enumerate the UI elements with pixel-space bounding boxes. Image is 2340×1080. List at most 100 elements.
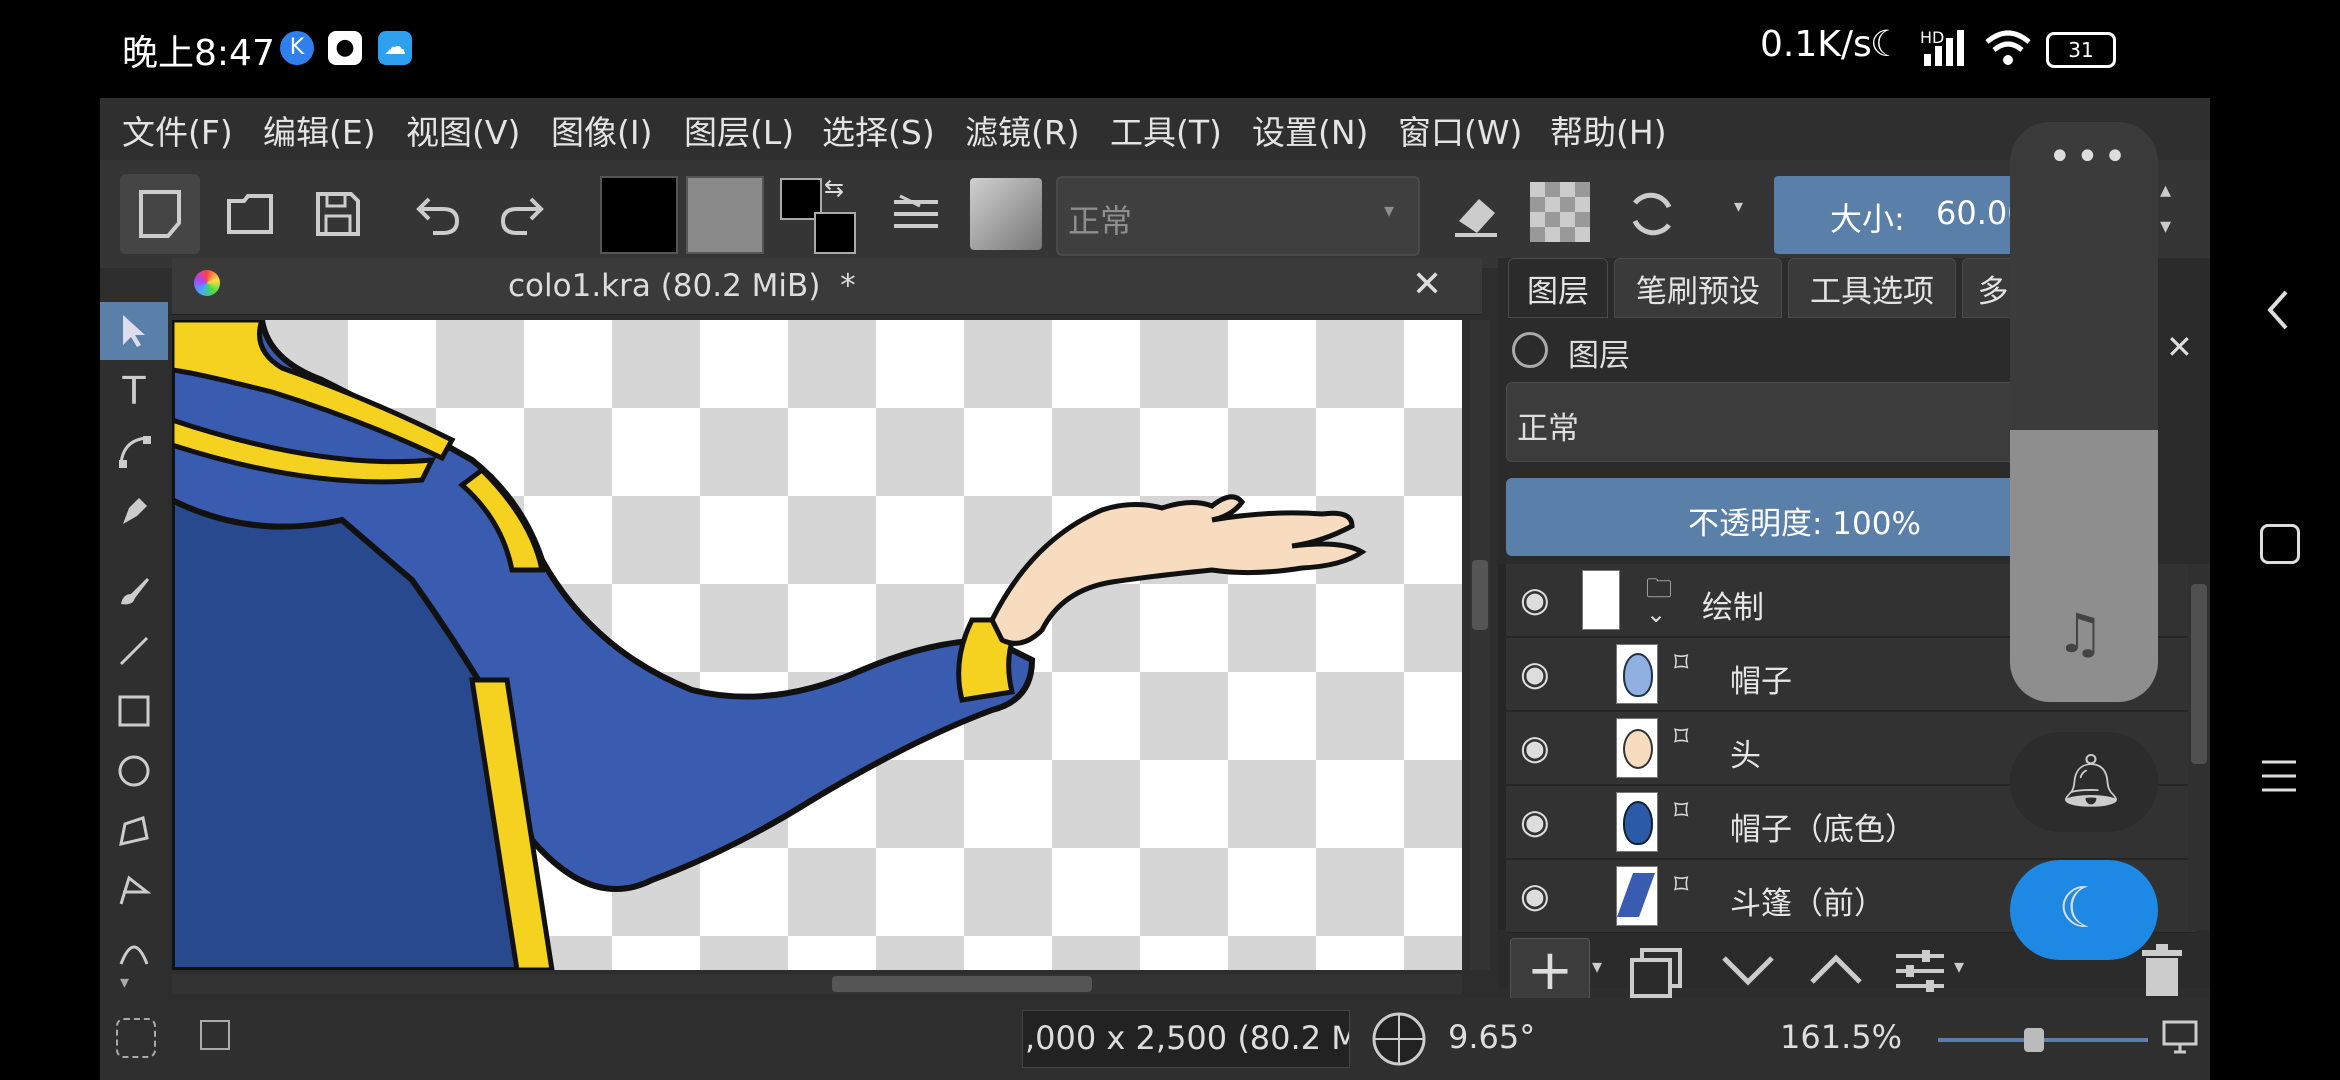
menu-settings[interactable]: 设置(N) [1252, 106, 1368, 154]
layer-name: 头 [1730, 738, 1761, 774]
blend-mode-select[interactable]: 正常 ▾ [1056, 176, 1420, 256]
menu-edit[interactable]: 编辑(E) [263, 106, 376, 154]
menu-filter[interactable]: 滤镜(R) [965, 106, 1080, 154]
ellipse-icon [118, 755, 150, 787]
layer-blend-mode-value: 正常 [1517, 411, 1579, 447]
bezier-tool[interactable] [100, 922, 168, 980]
canvas-horizontal-scrollbar[interactable] [172, 974, 1462, 994]
brush-tool[interactable] [100, 562, 168, 620]
save-button[interactable] [298, 174, 378, 254]
rectangle-tool[interactable] [100, 682, 168, 740]
document-tab[interactable]: colo1.kra (80.2 MiB) * ✕ [172, 258, 1482, 315]
home-icon[interactable] [2260, 524, 2300, 564]
menu-select[interactable]: 选择(S) [822, 106, 935, 154]
close-panel-icon[interactable]: ✕ [2166, 328, 2193, 366]
toolbox-scroll-down-icon[interactable]: ▾ [120, 972, 129, 993]
edit-shapes-tool[interactable] [100, 422, 168, 480]
menu-bar: 文件(F) 编辑(E) 视图(V) 图像(I) 图层(L) 选择(S) 滤镜(R… [100, 98, 2210, 160]
ringer-button[interactable]: 🔔︎ [2010, 732, 2158, 832]
opacity-slider[interactable]: 不透明度: 100% [1506, 478, 2096, 556]
menu-image[interactable]: 图像(I) [551, 106, 652, 154]
canvas-vertical-scrollbar[interactable] [1470, 320, 1490, 970]
zoom-slider-handle[interactable] [2024, 1028, 2044, 1052]
fit-view-icon[interactable] [200, 1020, 230, 1050]
layer-name: 绘制 [1702, 590, 1764, 626]
text-tool[interactable]: T [100, 362, 168, 420]
line-tool[interactable] [100, 622, 168, 680]
floating-control-panel: ••• ♫ 🔔︎ ☾ [2010, 122, 2160, 960]
eye-icon[interactable]: ◉ [1520, 728, 1550, 768]
document-title: colo1.kra (80.2 MiB) * [508, 268, 856, 304]
menu-view[interactable]: 视图(V) [406, 106, 520, 154]
vertical-scroll-thumb[interactable] [1472, 560, 1488, 630]
size-stepper-up-icon[interactable]: ▴ [2160, 178, 2171, 203]
chevron-down-icon[interactable]: ⌄ [1646, 600, 1666, 628]
list-icon [894, 194, 938, 228]
selection-mode-icon[interactable] [116, 1018, 156, 1058]
move-layer-down-icon[interactable] [1720, 950, 1776, 990]
tab-brush-presets[interactable]: 笔刷预设 [1614, 258, 1782, 318]
more-icon[interactable]: ••• [2048, 134, 2131, 180]
select-tool[interactable] [100, 302, 168, 360]
reload-preset-button[interactable] [1612, 174, 1692, 254]
rotation-dial-icon[interactable] [1370, 1010, 1428, 1068]
gradient-swatch[interactable] [686, 176, 764, 254]
foreground-color-swatch[interactable] [600, 176, 678, 254]
eye-icon[interactable]: ◉ [1520, 654, 1550, 694]
bezier-icon [119, 945, 149, 965]
toolbox: T ▾ [100, 298, 168, 998]
delete-layer-icon[interactable] [2138, 942, 2186, 1000]
menu-file[interactable]: 文件(F) [122, 106, 233, 154]
polyline-tool[interactable] [100, 862, 168, 920]
blend-mode-value: 正常 [1068, 202, 1133, 240]
menu-tools[interactable]: 工具(T) [1110, 106, 1222, 154]
menu-help[interactable]: 帮助(H) [1550, 106, 1667, 154]
size-stepper-down-icon[interactable]: ▾ [2160, 214, 2171, 239]
tab-label: 笔刷预设 [1636, 273, 1760, 310]
fullscreen-icon[interactable] [2162, 1020, 2198, 1054]
eraser-button[interactable] [1436, 174, 1516, 254]
properties-dropdown-icon[interactable]: ▾ [1954, 954, 1964, 978]
volume-panel[interactable]: ••• ♫ [2010, 122, 2158, 702]
canvas[interactable] [172, 320, 1462, 970]
cursor-icon [123, 315, 145, 347]
tab-tool-options[interactable]: 工具选项 [1788, 258, 1956, 318]
battery-icon: 31 [2046, 32, 2116, 68]
layer-properties-icon[interactable] [1892, 946, 1948, 996]
redo-button[interactable] [482, 174, 562, 254]
layer-list-scrollbar[interactable] [2188, 564, 2210, 930]
eye-icon[interactable]: ◉ [1520, 580, 1550, 620]
undo-button[interactable] [398, 174, 478, 254]
open-button[interactable] [210, 174, 290, 254]
save-icon [316, 192, 360, 236]
color-selector[interactable]: ⇆ [780, 174, 860, 254]
swap-colors-icon[interactable]: ⇆ [824, 174, 844, 202]
lock-icon[interactable] [1512, 332, 1548, 368]
layer-thumbnail [1616, 644, 1658, 704]
chevron-down-icon: ▾ [1384, 198, 1395, 222]
brush-preview-icon[interactable] [970, 178, 1042, 250]
tab-layers[interactable]: 图层 [1508, 258, 1608, 318]
eye-icon[interactable]: ◉ [1520, 876, 1550, 916]
recents-icon[interactable] [2260, 758, 2298, 794]
close-document-icon[interactable]: ✕ [1412, 264, 1442, 305]
dark-mode-toggle[interactable]: ☾ [2010, 860, 2158, 960]
brush-presets-button[interactable] [876, 174, 956, 254]
calligraphy-tool[interactable] [100, 482, 168, 540]
reload-dropdown-icon[interactable]: ▾ [1734, 196, 1743, 217]
menu-window[interactable]: 窗口(W) [1398, 106, 1522, 154]
menu-layer[interactable]: 图层(L) [684, 106, 794, 154]
add-layer-dropdown-icon[interactable]: ▾ [1592, 954, 1602, 978]
eye-icon[interactable]: ◉ [1520, 802, 1550, 842]
new-document-button[interactable] [120, 174, 200, 254]
alpha-lock-icon[interactable] [1530, 182, 1590, 242]
zoom-slider[interactable] [1938, 1028, 2148, 1052]
horizontal-scroll-thumb[interactable] [832, 976, 1092, 992]
duplicate-layer-icon[interactable] [1628, 946, 1684, 1000]
ellipse-tool[interactable] [100, 742, 168, 800]
polygon-tool[interactable] [100, 802, 168, 860]
layer-scroll-thumb[interactable] [2191, 584, 2207, 764]
move-layer-up-icon[interactable] [1808, 950, 1864, 990]
back-icon[interactable] [2266, 288, 2290, 332]
layer-name: 斗篷（前） [1730, 886, 1885, 922]
